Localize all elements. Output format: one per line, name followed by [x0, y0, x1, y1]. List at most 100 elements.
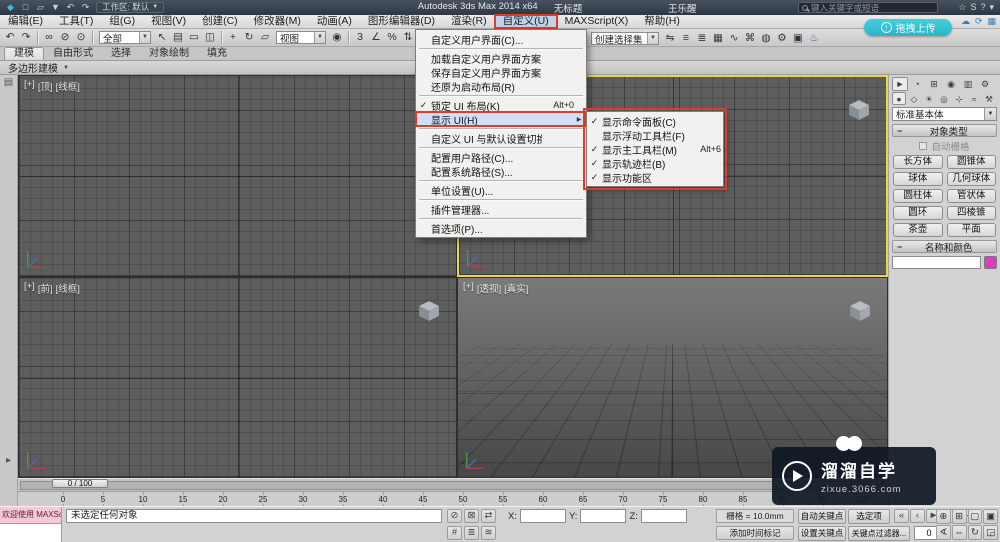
- select-by-name-icon[interactable]: ▤: [170, 30, 186, 45]
- time-slider[interactable]: 0 / 100: [18, 478, 888, 491]
- ribbon-tab[interactable]: 选择: [102, 47, 140, 60]
- undo-icon[interactable]: ↶: [2, 30, 18, 45]
- menubar-item[interactable]: 渲染(R): [443, 15, 495, 28]
- object-type-button[interactable]: 平面: [946, 223, 996, 237]
- zoom-icon[interactable]: ⊕: [936, 509, 951, 524]
- field-of-view-icon[interactable]: ∢: [936, 525, 951, 540]
- menubar-item[interactable]: MAXScript(X): [557, 15, 637, 28]
- ribbon-tab[interactable]: 对象绘制: [140, 47, 198, 60]
- customize-menu-item[interactable]: 插件管理器...: [416, 202, 586, 217]
- add-time-tag-button[interactable]: 添加时间标记: [716, 526, 794, 540]
- zoom-extents-icon[interactable]: ▢: [967, 509, 983, 524]
- search-input[interactable]: [811, 2, 934, 13]
- menubar-item[interactable]: 自定义(U): [493, 14, 558, 29]
- rendered-frame-icon[interactable]: ▣: [790, 31, 806, 46]
- open-file-icon[interactable]: ▱: [34, 2, 47, 13]
- align-icon[interactable]: ≡: [678, 31, 694, 46]
- viewport-menu-plus[interactable]: [+]: [463, 281, 474, 295]
- redo-icon[interactable]: ↷: [79, 2, 92, 13]
- viewport-menu-shading[interactable]: [线框]: [56, 281, 80, 295]
- select-and-link-icon[interactable]: ∞: [41, 30, 57, 45]
- pan-view-icon[interactable]: ⇔: [951, 525, 967, 540]
- apps-icon[interactable]: ▦: [987, 16, 996, 27]
- utilities-tab-icon[interactable]: ⚙: [977, 77, 993, 91]
- selection-lock-icon[interactable]: ⊠: [464, 509, 479, 523]
- ribbon-tab[interactable]: 填充: [198, 47, 236, 60]
- use-pivot-center-icon[interactable]: ◉: [329, 30, 345, 45]
- menubar-item[interactable]: 编辑(E): [0, 15, 51, 28]
- object-type-button[interactable]: 圆锥体: [946, 155, 996, 169]
- name-color-rollout[interactable]: − 名称和颜色: [892, 240, 997, 254]
- viewport-layout-strip[interactable]: ▤ ▸: [0, 75, 18, 506]
- viewport-menu-view[interactable]: [透视]: [477, 281, 501, 295]
- viewcube-icon[interactable]: [849, 300, 871, 322]
- absolute-mode-icon[interactable]: ⇄: [481, 509, 496, 523]
- redo-icon[interactable]: ↷: [18, 30, 34, 45]
- shapes-icon[interactable]: ◇: [907, 92, 921, 105]
- object-type-button[interactable]: 几何球体: [946, 172, 996, 186]
- viewcube-icon[interactable]: [848, 99, 870, 121]
- curve-editor-icon[interactable]: ∿: [726, 31, 742, 46]
- spacewarps-icon[interactable]: ≈: [967, 92, 981, 105]
- zoom-extents-all-icon[interactable]: ▣: [983, 509, 998, 524]
- customize-menu-item[interactable]: 显示 UI(H) ▶: [415, 111, 587, 127]
- show-ui-submenu-item[interactable]: ✓ 显示命令面板(C): [587, 114, 723, 129]
- chevron-down-icon[interactable]: ▾: [989, 2, 994, 13]
- schematic-view-icon[interactable]: ⌘: [742, 31, 758, 46]
- coord-y-input[interactable]: [580, 509, 627, 523]
- create-tab-icon[interactable]: ►: [892, 77, 908, 91]
- show-ui-submenu-item[interactable]: ✓ 显示功能区: [587, 170, 723, 185]
- sync-icon[interactable]: ⟳: [975, 16, 983, 27]
- object-type-button[interactable]: 茶壶: [893, 223, 943, 237]
- select-move-icon[interactable]: +: [225, 30, 241, 45]
- viewport-top[interactable]: [+] [顶] [线框]: [18, 75, 457, 277]
- select-scale-icon[interactable]: ▱: [257, 30, 273, 45]
- customize-menu-item[interactable]: 配置系统路径(S)...: [416, 164, 586, 179]
- set-key-button[interactable]: 设置关键点: [798, 526, 846, 541]
- isolate-selection-icon[interactable]: ⊘: [447, 509, 462, 523]
- customize-menu-item[interactable]: 保存自定义用户界面方案...: [416, 65, 586, 80]
- customize-menu-item[interactable]: 首选项(P)...: [416, 221, 586, 236]
- customize-menu-item[interactable]: 自定义 UI 与默认设置切换器...: [416, 131, 586, 146]
- autogrid-checkbox[interactable]: 自动栅格: [892, 140, 997, 153]
- new-scene-icon[interactable]: □: [19, 2, 32, 13]
- menubar-item[interactable]: 创建(C): [194, 15, 246, 28]
- time-slider-track[interactable]: [20, 481, 886, 490]
- previous-frame-icon[interactable]: ‹: [910, 509, 925, 523]
- object-type-rollout[interactable]: − 对象类型: [892, 124, 997, 138]
- save-file-icon[interactable]: ▼: [49, 2, 62, 13]
- modify-tab-icon[interactable]: ◔: [909, 77, 925, 91]
- maximize-viewport-icon[interactable]: ◲: [983, 525, 998, 540]
- zoom-all-icon[interactable]: ⊞: [951, 509, 967, 524]
- customize-menu-item[interactable]: 单位设置(U)...: [416, 183, 586, 198]
- customize-menu-item[interactable]: 配置用户路径(C)...: [416, 150, 586, 165]
- customize-menu-item[interactable]: 自定义用户界面(C)...: [416, 32, 586, 47]
- maxscript-mini-listener[interactable]: 欢迎使用 MAXScr: [0, 507, 62, 542]
- helpers-icon[interactable]: ⊹: [952, 92, 966, 105]
- track-bar[interactable]: 0510152025303540455055606570758085909510…: [18, 491, 888, 506]
- spinner-snap-icon[interactable]: ⇅: [400, 30, 416, 45]
- selection-filter-dropdown[interactable]: 全部 ▼: [99, 31, 151, 45]
- customize-menu-item[interactable]: ✓ 锁定 UI 布局(K) Alt+0: [416, 98, 586, 113]
- show-ui-submenu-item[interactable]: ✓ 显示轨迹栏(B): [587, 156, 723, 171]
- object-type-button[interactable]: 四棱锥: [946, 206, 996, 220]
- show-ui-submenu-item[interactable]: ✓ 显示主工具栏(M) Alt+6: [587, 142, 723, 157]
- snaps-toggle-icon[interactable]: 3: [352, 30, 368, 45]
- object-color-swatch[interactable]: [984, 256, 997, 269]
- signin-icon[interactable]: S: [970, 2, 976, 13]
- auto-key-button[interactable]: 自动关键点: [798, 509, 846, 524]
- ribbon-tab[interactable]: 自由形式: [44, 47, 102, 60]
- object-type-button[interactable]: 圆环: [893, 206, 943, 220]
- unlink-selection-icon[interactable]: ⊘: [57, 30, 73, 45]
- select-object-icon[interactable]: ↖: [154, 30, 170, 45]
- viewport-menu-shading[interactable]: [真实]: [504, 281, 528, 295]
- star-icon[interactable]: ☆: [958, 2, 966, 13]
- coord-z-input[interactable]: [640, 509, 687, 523]
- customize-menu-item[interactable]: 还原为启动布局(R): [416, 79, 586, 94]
- angle-snap-icon[interactable]: ∠: [368, 30, 384, 45]
- menubar-item[interactable]: 组(G): [101, 15, 143, 28]
- object-type-button[interactable]: 长方体: [893, 155, 943, 169]
- menubar-item[interactable]: 修改器(M): [246, 15, 309, 28]
- workspace-dropdown[interactable]: 工作区: 默认 ▼: [96, 2, 165, 13]
- listener-white-line[interactable]: [0, 524, 61, 542]
